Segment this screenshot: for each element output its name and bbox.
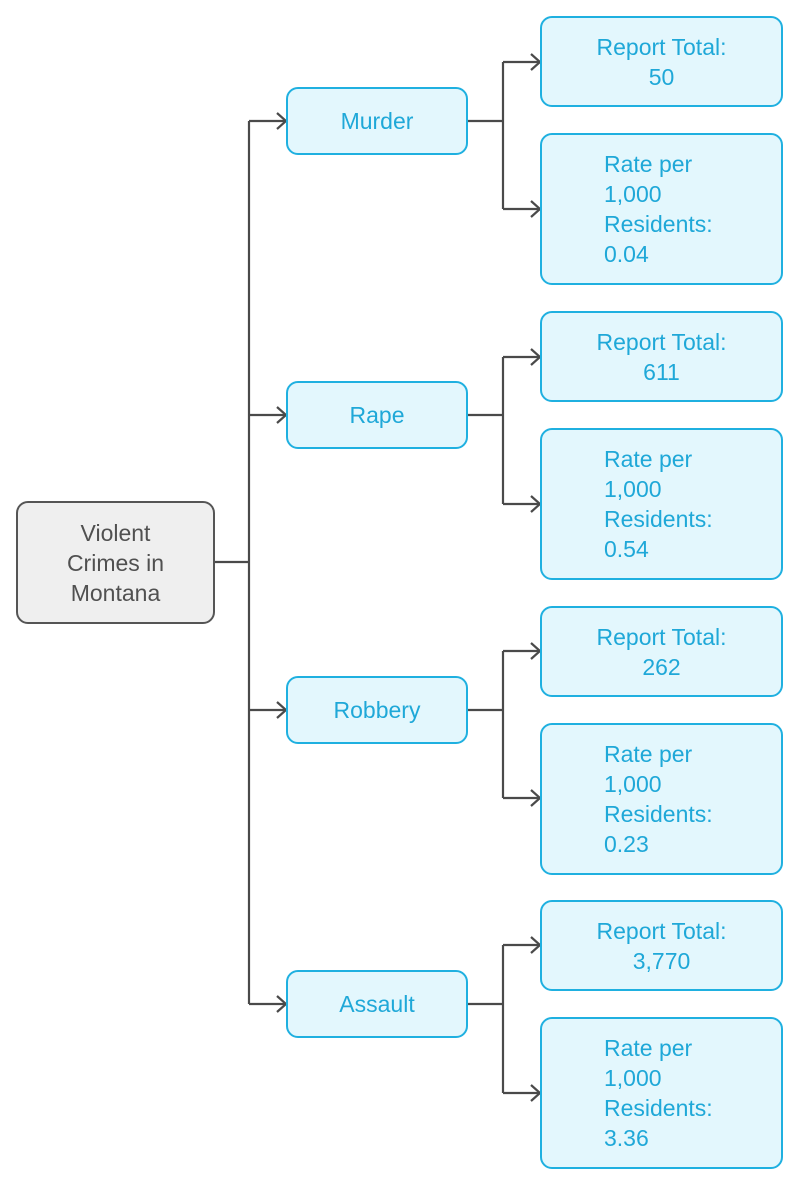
- category-label: Murder: [340, 107, 414, 134]
- rate-label-line: Rate per: [604, 741, 693, 767]
- rate-label-line: 1,000: [604, 771, 662, 797]
- rate-label-line: Rate per: [604, 1035, 693, 1061]
- rate-value: 0.23: [604, 831, 649, 857]
- robbery-report-total-node: Report Total: 262: [540, 606, 783, 697]
- rate-label-line: Residents:: [604, 1095, 713, 1121]
- root-label-line: Crimes in: [66, 549, 165, 576]
- murder-rate-node: Rate per 1,000 Residents: 0.04: [540, 133, 783, 285]
- rate-label-line: 1,000: [604, 1065, 662, 1091]
- category-node-rape: Rape: [286, 381, 468, 449]
- rate-value: 0.54: [604, 536, 649, 562]
- category-label: Robbery: [333, 696, 421, 723]
- robbery-rate-node: Rate per 1,000 Residents: 0.23: [540, 723, 783, 875]
- root-label-line: Violent: [80, 519, 151, 546]
- category-node-murder: Murder: [286, 87, 468, 155]
- report-total-label: Report Total:: [596, 623, 727, 650]
- rate-label-line: 1,000: [604, 181, 662, 207]
- assault-report-total-node: Report Total: 3,770: [540, 900, 783, 991]
- category-label: Rape: [349, 401, 405, 428]
- report-total-label: Report Total:: [596, 33, 727, 60]
- rate-label-line: Rate per: [604, 151, 693, 177]
- rate-label-line: 1,000: [604, 476, 662, 502]
- rate-value: 0.04: [604, 241, 649, 267]
- report-total-value: 262: [642, 653, 681, 680]
- rape-rate-node: Rate per 1,000 Residents: 0.54: [540, 428, 783, 580]
- rate-label-line: Residents:: [604, 801, 713, 827]
- rate-label-line: Rate per: [604, 446, 693, 472]
- assault-rate-node: Rate per 1,000 Residents: 3.36: [540, 1017, 783, 1169]
- rate-label-line: Residents:: [604, 211, 713, 237]
- report-total-value: 611: [643, 358, 680, 385]
- report-total-value: 3,770: [632, 947, 691, 974]
- murder-report-total-node: Report Total: 50: [540, 16, 783, 107]
- report-total-label: Report Total:: [596, 917, 727, 944]
- root-label-line: Montana: [70, 579, 161, 606]
- rate-value: 3.36: [604, 1125, 649, 1151]
- root-node-violent-crimes-in-montana: Violent Crimes in Montana: [16, 501, 215, 624]
- category-node-assault: Assault: [286, 970, 468, 1038]
- report-total-value: 50: [648, 63, 675, 90]
- category-label: Assault: [339, 990, 415, 1017]
- category-node-robbery: Robbery: [286, 676, 468, 744]
- rate-label-line: Residents:: [604, 506, 713, 532]
- report-total-label: Report Total:: [596, 328, 727, 355]
- rape-report-total-node: Report Total: 611: [540, 311, 783, 402]
